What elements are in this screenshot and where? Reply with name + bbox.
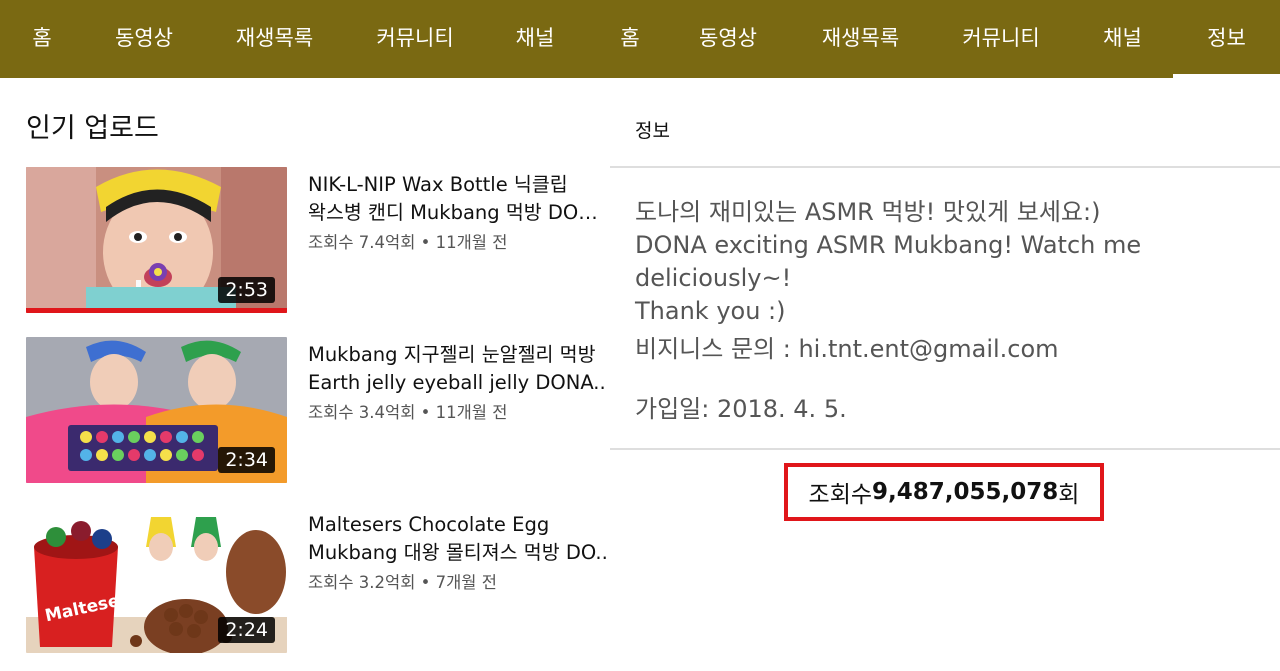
- tab-community[interactable]: 커뮤니티: [345, 0, 485, 74]
- upload-age: 11개월 전: [435, 403, 508, 422]
- about-header: 정보: [635, 120, 670, 142]
- watch-progress-bar: [26, 308, 287, 313]
- right-channel-tabbar: 홈 동영상 재생목록 커뮤니티 채널 정보: [595, 0, 1280, 78]
- channel-description: 도나의 재미있는 ASMR 먹방! 맛있게 보세요:) DONA excitin…: [635, 196, 1280, 328]
- video-duration: 2:24: [218, 617, 275, 643]
- description-line: Thank you :): [635, 297, 786, 325]
- video-stats: 조회수 7.4억회 • 11개월 전: [308, 229, 608, 253]
- separator-dot: •: [420, 403, 436, 422]
- video-item[interactable]: 2:53 NIK-L-NIP Wax Bottle 닉클립 왁스병 캔디 Muk…: [26, 167, 608, 313]
- video-duration: 2:53: [218, 277, 275, 303]
- popular-uploads-section: 인기 업로드 2:53 NIK-L-NIP Wax Bottle 닉클립 왁스병…: [0, 78, 610, 671]
- video-thumbnail[interactable]: 2:34: [26, 337, 287, 483]
- video-title[interactable]: Mukbang 대왕 몰티져스 먹방 DO..: [308, 539, 608, 567]
- tab-about[interactable]: 정보: [1173, 0, 1280, 78]
- upload-age: 7개월 전: [435, 573, 497, 592]
- left-channel-tabbar: 홈 동영상 재생목록 커뮤니티 채널: [0, 0, 610, 78]
- video-title[interactable]: NIK-L-NIP Wax Bottle 닉클립: [308, 171, 608, 199]
- tab-home[interactable]: 홈: [595, 0, 665, 74]
- video-title[interactable]: 왁스병 캔디 Mukbang 먹방 DON...: [308, 199, 608, 227]
- video-item[interactable]: Maltesers 2:24 Maltesers Chocolate Egg M…: [26, 507, 608, 653]
- tab-playlists[interactable]: 재생목록: [204, 0, 345, 74]
- video-title[interactable]: Mukbang 지구젤리 눈알젤리 먹방: [308, 341, 608, 369]
- tab-community[interactable]: 커뮤니티: [930, 0, 1072, 74]
- divider: [610, 166, 1280, 168]
- section-title: 인기 업로드: [26, 113, 159, 144]
- divider: [610, 448, 1280, 450]
- joined-date: 가입일: 2018. 4. 5.: [635, 395, 847, 423]
- views-prefix: 조회수: [808, 482, 873, 508]
- video-stats: 조회수 3.2억회 • 7개월 전: [308, 569, 608, 593]
- view-count: 조회수 3.2억회: [308, 573, 416, 592]
- tab-playlists[interactable]: 재생목록: [791, 0, 930, 74]
- about-section: 정보 도나의 재미있는 ASMR 먹방! 맛있게 보세요:) DONA exci…: [610, 78, 1280, 671]
- views-suffix: 회: [1058, 482, 1080, 508]
- video-duration: 2:34: [218, 447, 275, 473]
- business-inquiry[interactable]: 비지니스 문의 : hi.tnt.ent@gmail.com: [635, 329, 1059, 364]
- video-thumbnail[interactable]: 2:53: [26, 167, 287, 313]
- video-thumbnail[interactable]: Maltesers 2:24: [26, 507, 287, 653]
- video-title[interactable]: Earth jelly eyeball jelly DONA..: [308, 369, 608, 397]
- separator-dot: •: [420, 573, 436, 592]
- separator-dot: •: [420, 233, 436, 252]
- description-line: 도나의 재미있는 ASMR 먹방! 맛있게 보세요:): [635, 198, 1101, 226]
- video-item[interactable]: 2:34 Mukbang 지구젤리 눈알젤리 먹방 Earth jelly ey…: [26, 337, 606, 483]
- video-stats: 조회수 3.4억회 • 11개월 전: [308, 399, 608, 423]
- tab-videos[interactable]: 동영상: [665, 0, 791, 74]
- upload-age: 11개월 전: [435, 233, 508, 252]
- video-title[interactable]: Maltesers Chocolate Egg: [308, 511, 608, 539]
- tab-channels[interactable]: 채널: [485, 0, 585, 74]
- tab-channels[interactable]: 채널: [1072, 0, 1173, 74]
- total-view-count: 9,487,055,078: [872, 479, 1059, 505]
- total-views-highlight: 조회수 9,487,055,078 회: [784, 463, 1104, 521]
- view-count: 조회수 3.4억회: [308, 403, 416, 422]
- tab-home[interactable]: 홈: [0, 0, 84, 74]
- description-line: DONA exciting ASMR Mukbang! Watch me del…: [635, 231, 1142, 292]
- view-count: 조회수 7.4억회: [308, 233, 416, 252]
- tab-videos[interactable]: 동영상: [84, 0, 204, 74]
